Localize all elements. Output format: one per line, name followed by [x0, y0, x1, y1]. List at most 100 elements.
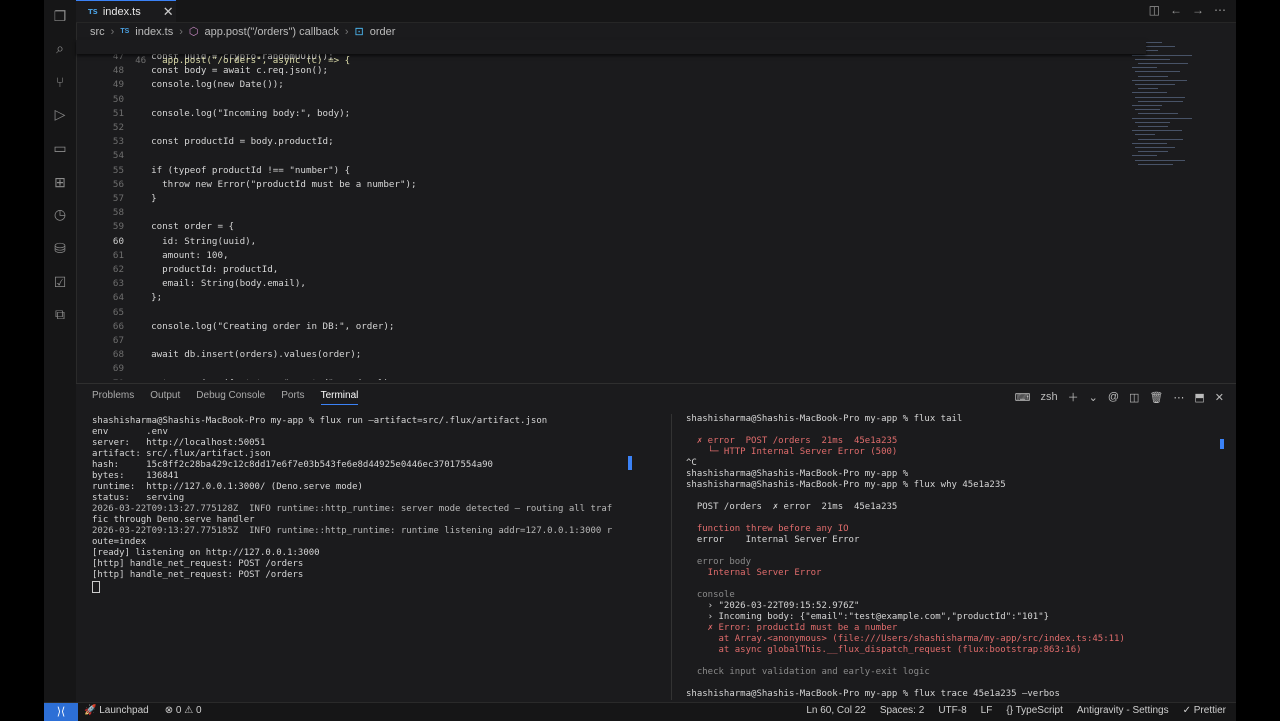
panel-tab-ports[interactable]: Ports: [281, 390, 304, 405]
code-line[interactable]: 52: [76, 121, 140, 135]
code-line[interactable]: 54: [76, 149, 140, 163]
run-debug-icon[interactable]: ▷: [50, 104, 70, 124]
code-line[interactable]: 68 await db.insert(orders).values(order)…: [76, 348, 361, 362]
chevron-down-icon[interactable]: ⌄: [1089, 391, 1098, 404]
code-line[interactable]: 56 throw new Error("productId must be a …: [76, 178, 417, 192]
terminal-left[interactable]: shashisharma@Shashis-MacBook-Pro my-app …: [92, 416, 667, 686]
end-of-line[interactable]: LF: [981, 705, 993, 716]
code-line[interactable]: 58: [76, 206, 140, 220]
mention-icon[interactable]: @: [1108, 391, 1119, 403]
terminal-split-divider[interactable]: [671, 414, 672, 700]
checklist-icon[interactable]: ☑: [50, 272, 70, 292]
chevron-right-icon: ›: [110, 25, 115, 38]
code-line[interactable]: 66 console.log("Creating order in DB:", …: [76, 320, 395, 334]
code-line[interactable]: 57 }: [76, 192, 157, 206]
split-terminal-icon[interactable]: ◫: [1129, 391, 1139, 404]
code-line[interactable]: 49 console.log(new Date());: [76, 78, 284, 92]
profile[interactable]: Antigravity - Settings: [1077, 705, 1169, 716]
extensions-icon[interactable]: ⊞: [50, 172, 70, 192]
terminal-line: error Internal Server Error: [686, 535, 860, 545]
terminal-line: › Incoming body: {"email":"test@example.…: [686, 612, 1050, 622]
terminal-scrollbar[interactable]: [628, 456, 632, 470]
back-arrow-icon[interactable]: ←: [1170, 3, 1182, 17]
minimap-line: [1135, 58, 1170, 60]
timeline-icon[interactable]: ◷: [50, 204, 70, 224]
terminal-line: shashisharma@Shashis-MacBook-Pro my-app …: [92, 416, 548, 426]
more-actions-icon[interactable]: ⋯: [1214, 3, 1226, 17]
formatter[interactable]: ✓ Prettier: [1183, 705, 1226, 716]
indentation[interactable]: Spaces: 2: [880, 705, 924, 716]
braces-icon: {}: [1006, 705, 1014, 716]
panel-tab-terminal[interactable]: Terminal: [320, 390, 359, 405]
terminal-right[interactable]: shashisharma@Shashis-MacBook-Pro my-app …: [686, 414, 1226, 700]
remote-indicator-icon[interactable]: ⟩⟨: [44, 703, 78, 721]
terminal-line: [http] handle_net_request: POST /orders: [92, 559, 304, 569]
encoding[interactable]: UTF-8: [938, 705, 966, 716]
new-terminal-icon[interactable]: ＋: [1068, 389, 1079, 405]
code-line[interactable]: 50: [76, 93, 140, 107]
line-number: 56: [112, 178, 124, 190]
tab-index-ts[interactable]: TS index.ts ✕: [76, 0, 176, 22]
forward-arrow-icon[interactable]: →: [1192, 3, 1204, 17]
breadcrumb-file[interactable]: index.ts: [135, 26, 173, 38]
maximize-panel-icon[interactable]: ⬒: [1194, 391, 1204, 404]
language-mode[interactable]: {} TypeScript: [1006, 705, 1063, 716]
code-text: if (typeof productId !== "number") {: [140, 164, 351, 176]
code-line[interactable]: 59 const order = {: [76, 220, 234, 234]
terminal-line: ✗ Error: productId must be a number: [686, 623, 898, 633]
line-number: 54: [112, 150, 124, 162]
database-icon[interactable]: ⛁: [50, 238, 70, 258]
panel-tab-problems[interactable]: Problems: [92, 390, 134, 405]
terminal-scrollbar[interactable]: [1220, 439, 1224, 449]
code-line[interactable]: 70 return c.json({ status: "created", or…: [76, 377, 395, 380]
cursor-position[interactable]: Ln 60, Col 22: [806, 705, 866, 716]
terminal-line: └─ HTTP Internal Server Error (500): [686, 447, 898, 457]
breadcrumb-symbol[interactable]: order: [370, 26, 396, 38]
terminal-line: Internal Server Error: [686, 568, 822, 578]
source-control-icon[interactable]: ⑂: [50, 72, 70, 92]
code-line[interactable]: 51 console.log("Incoming body:", body);: [76, 107, 350, 121]
breadcrumb-function[interactable]: app.post("/orders") callback: [205, 26, 339, 38]
kill-terminal-icon[interactable]: 🗑: [1149, 391, 1163, 404]
code-text: console.log("Creating order in DB:", ord…: [140, 320, 395, 332]
tools-icon[interactable]: ⧉: [50, 304, 70, 324]
close-icon[interactable]: ✕: [163, 4, 174, 20]
minimap[interactable]: [1132, 40, 1212, 180]
split-editor-icon[interactable]: ◫: [1149, 3, 1160, 17]
explorer-icon[interactable]: ❐: [50, 6, 70, 26]
code-line[interactable]: 60 id: String(uuid),: [76, 235, 256, 249]
code-line[interactable]: 55 if (typeof productId !== "number") {: [76, 164, 350, 178]
terminal-line: check input validation and early-exit lo…: [686, 667, 930, 677]
code-line[interactable]: 53 const productId = body.productId;: [76, 135, 334, 149]
terminal-line: [http] handle_net_request: POST /orders: [92, 570, 304, 580]
minimap-line: [1138, 88, 1158, 90]
launchpad-item[interactable]: 🚀 Launchpad: [84, 705, 149, 716]
panel-tab-output[interactable]: Output: [150, 390, 180, 405]
code-editor[interactable]: 47 const uuid = crypto.randomUUID();48 c…: [76, 40, 1136, 380]
code-text: return c.json({ status: "created", order…: [140, 378, 394, 380]
close-panel-icon[interactable]: ✕: [1215, 391, 1224, 404]
terminal-line: POST /orders ✗ error 21ms 45e1a235: [686, 502, 898, 512]
sticky-scroll-header[interactable]: 46 app.post("/orders", async (c) => {: [76, 40, 1146, 66]
code-line[interactable]: 67: [76, 334, 140, 348]
code-line[interactable]: 64 };: [76, 291, 162, 305]
error-icon: ⊗: [164, 705, 174, 716]
breadcrumb-root[interactable]: src: [90, 26, 105, 38]
activity-bar: ❐ ⌕ ⑂ ▷ ▭ ⊞ ◷ ⛁ ☑ ⧉: [44, 0, 77, 702]
problems-count[interactable]: ⊗ 0 ⚠ 0: [165, 705, 202, 716]
code-line[interactable]: 63 email: String(body.email),: [76, 277, 306, 291]
search-icon[interactable]: ⌕: [50, 38, 70, 58]
terminal-line: status: serving: [92, 493, 185, 503]
terminal-shell-label[interactable]: zsh: [1040, 391, 1057, 403]
remote-explorer-icon[interactable]: ▭: [50, 138, 70, 158]
more-actions-icon[interactable]: ⋯: [1173, 391, 1184, 404]
line-number: 68: [112, 349, 124, 361]
code-line[interactable]: 62 productId: productId,: [76, 263, 278, 277]
code-line[interactable]: 65: [76, 306, 140, 320]
code-line[interactable]: 61 amount: 100,: [76, 249, 229, 263]
panel-tab-debug-console[interactable]: Debug Console: [196, 390, 265, 405]
code-text: amount: 100,: [140, 249, 229, 261]
minimap-line: [1138, 100, 1183, 102]
line-number: 46: [135, 55, 147, 66]
code-line[interactable]: 69: [76, 362, 140, 376]
